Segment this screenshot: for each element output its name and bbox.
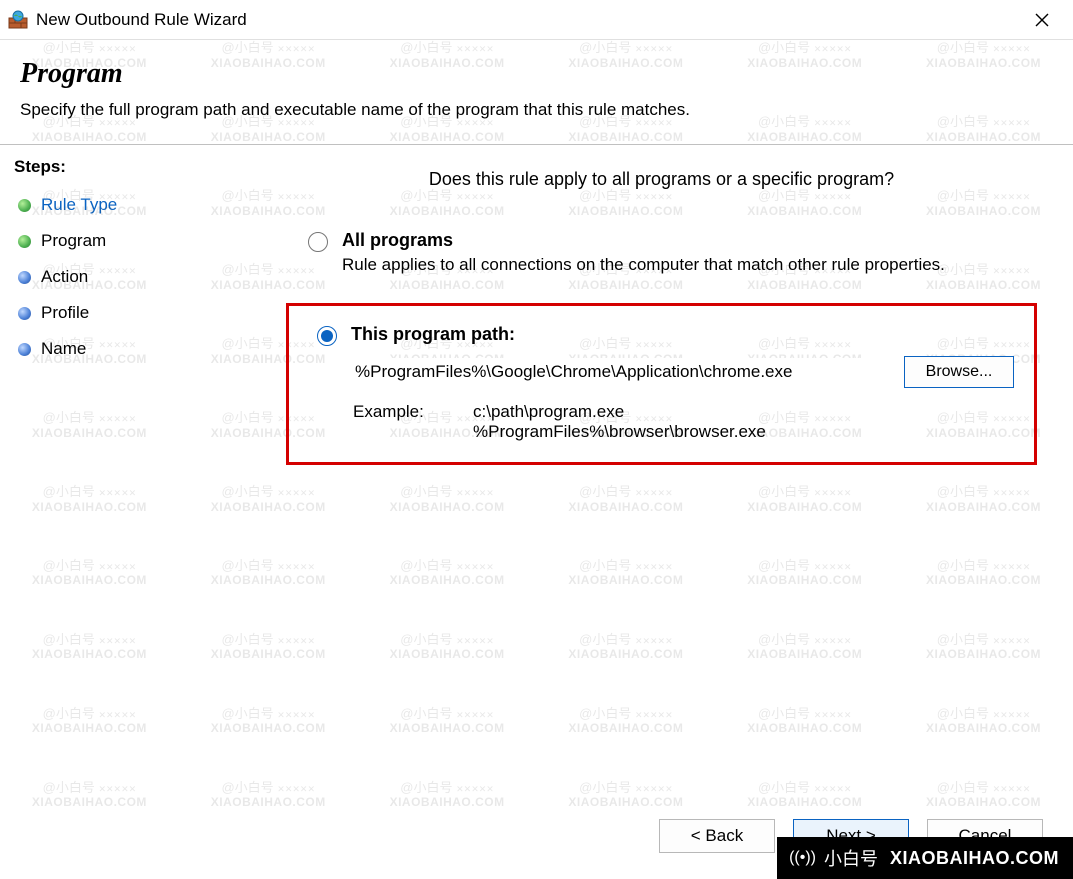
window-title: New Outbound Rule Wizard	[36, 10, 1019, 30]
page-heading: Program	[20, 58, 1053, 90]
step-label: Profile	[41, 303, 89, 323]
step-action[interactable]: Action	[14, 259, 236, 295]
radio-all-programs[interactable]	[308, 232, 328, 252]
steps-sidebar: Steps: Rule Type Program Action Profile …	[0, 145, 250, 873]
wizard-question: Does this rule apply to all programs or …	[280, 169, 1043, 190]
firewall-icon	[8, 10, 28, 30]
option-all-desc: Rule applies to all connections on the c…	[342, 255, 945, 275]
back-button[interactable]: < Back	[659, 819, 775, 853]
broadcast-icon: ((•))	[789, 849, 816, 867]
step-program[interactable]: Program	[14, 223, 236, 259]
badge-cn: 小白号	[824, 845, 878, 871]
example-line-2: %ProgramFiles%\browser\browser.exe	[473, 422, 766, 442]
steps-label: Steps:	[14, 157, 236, 177]
close-button[interactable]	[1019, 4, 1065, 36]
step-label: Name	[41, 339, 86, 359]
step-name[interactable]: Name	[14, 331, 236, 367]
program-path-input[interactable]	[353, 358, 886, 386]
bullet-icon	[18, 235, 31, 248]
step-label: Program	[41, 231, 106, 251]
step-label: Action	[41, 267, 88, 287]
main-panel: Does this rule apply to all programs or …	[250, 145, 1073, 873]
titlebar: New Outbound Rule Wizard	[0, 0, 1073, 40]
page-subtitle: Specify the full program path and execut…	[20, 100, 1053, 120]
option-all-title: All programs	[342, 230, 945, 251]
badge-en: XIAOBAIHAO.COM	[890, 848, 1059, 869]
option-program-path[interactable]: This program path:	[317, 324, 1014, 346]
bullet-icon	[18, 199, 31, 212]
option-path-title: This program path:	[351, 324, 515, 345]
browse-button[interactable]: Browse...	[904, 356, 1014, 388]
source-badge: ((•)) 小白号 XIAOBAIHAO.COM	[777, 837, 1073, 879]
wizard-header: Program Specify the full program path an…	[0, 40, 1073, 130]
close-icon	[1035, 13, 1049, 27]
bullet-icon	[18, 307, 31, 320]
bullet-icon	[18, 343, 31, 356]
step-rule-type[interactable]: Rule Type	[14, 187, 236, 223]
step-profile[interactable]: Profile	[14, 295, 236, 331]
option-all-programs[interactable]: All programs Rule applies to all connect…	[308, 230, 1043, 275]
example-values: c:\path\program.exe %ProgramFiles%\brows…	[473, 402, 766, 442]
option-program-path-box: This program path: Browse... Example: c:…	[286, 303, 1037, 465]
example-label: Example:	[353, 402, 433, 442]
bullet-icon	[18, 271, 31, 284]
example-line-1: c:\path\program.exe	[473, 402, 766, 422]
step-label: Rule Type	[41, 195, 117, 215]
radio-program-path[interactable]	[317, 326, 337, 346]
